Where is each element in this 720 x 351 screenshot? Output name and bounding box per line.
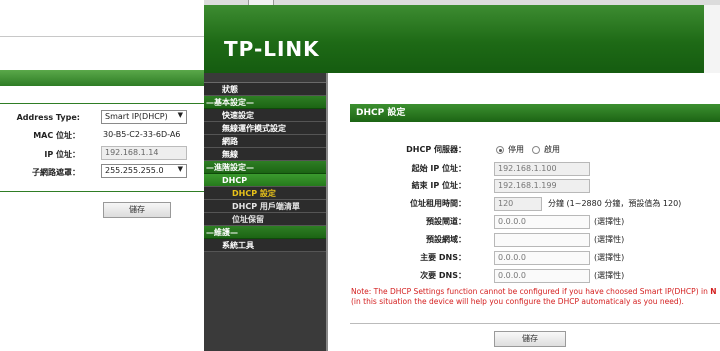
address-type-label: Address Type: xyxy=(16,113,80,122)
enable-radio[interactable] xyxy=(532,146,540,154)
tplink-logo: TP-LINK xyxy=(224,37,320,61)
note-line-1-bold: N xyxy=(710,287,717,296)
screen: Address Type: Smart IP(DHCP) ▼ MAC 位址： 3… xyxy=(0,0,720,351)
sidebar-item[interactable]: DHCP 設定 xyxy=(204,187,328,200)
disable-radio[interactable] xyxy=(496,146,504,154)
sidebar: 狀態 —基本設定— 快速設定 無線運作模式設定 網路 無線 —進階設定— DHCP DHCP 設… xyxy=(204,73,328,351)
scrollbar-area xyxy=(704,5,720,73)
lease-time-note: 分鐘 (1~2880 分鐘，預設值為 120) xyxy=(548,199,682,208)
sidebar-item: —維護— xyxy=(204,226,328,239)
sidebar-item: —進階設定— xyxy=(204,161,328,174)
background-window: Address Type: Smart IP(DHCP) ▼ MAC 位址： 3… xyxy=(0,0,204,351)
end-ip-input[interactable]: 192.168.1.199 xyxy=(494,179,590,193)
sidebar-item[interactable]: 位址保留 xyxy=(204,213,328,226)
lease-time-label: 位址租用時間： xyxy=(410,199,466,208)
domain-input[interactable] xyxy=(494,233,590,247)
sidebar-item: —基本設定— xyxy=(204,96,328,109)
dhcp-server-row: DHCP 伺服器： 停用 啟用 xyxy=(328,143,720,157)
save-button[interactable]: 儲存 xyxy=(103,202,171,218)
divider xyxy=(0,191,204,192)
start-ip-label: 起始 IP 位址： xyxy=(411,164,466,173)
divider xyxy=(0,103,204,104)
note-text: Note: The DHCP Settings function cannot … xyxy=(351,287,717,297)
gateway-note: (選擇性) xyxy=(594,217,625,226)
disable-radio-label: 停用 xyxy=(508,145,524,154)
dropdown-arrow-icon: ▼ xyxy=(177,165,183,173)
subnet-value: 255.255.255.0 xyxy=(105,166,164,175)
end-ip-row: 結束 IP 位址： 192.168.1.199 xyxy=(328,179,720,193)
header-banner: TP-LINK xyxy=(204,5,720,73)
note-text-2: (in this situation the device will help … xyxy=(351,297,684,306)
sidebar-item[interactable]: DHCP xyxy=(204,174,328,187)
dns2-note: (選擇性) xyxy=(594,271,625,280)
lease-time-input[interactable]: 120 xyxy=(494,197,542,211)
dns1-note: (選擇性) xyxy=(594,253,625,262)
dns1-row: 主要 DNS： 0.0.0.0 (選擇性) xyxy=(328,251,720,265)
sidebar-item[interactable]: 系統工具 xyxy=(204,239,328,252)
sidebar-item[interactable]: 網路 xyxy=(204,135,328,148)
divider xyxy=(0,36,204,37)
enable-radio-label: 啟用 xyxy=(544,145,560,154)
start-ip-row: 起始 IP 位址： 192.168.1.100 xyxy=(328,162,720,176)
sidebar-item[interactable]: 無線 xyxy=(204,148,328,161)
address-type-value: Smart IP(DHCP) xyxy=(105,112,168,121)
divider xyxy=(350,323,720,324)
dns2-label: 次要 DNS： xyxy=(420,271,466,280)
dns1-input[interactable]: 0.0.0.0 xyxy=(494,251,590,265)
gateway-row: 預設閘道： 0.0.0.0 (選擇性) xyxy=(328,215,720,229)
dhcp-server-label: DHCP 伺服器： xyxy=(406,145,466,154)
note-line-1: Note: The DHCP Settings function cannot … xyxy=(351,287,711,296)
domain-label: 預設網域： xyxy=(426,235,466,244)
save-button[interactable]: 儲存 xyxy=(494,331,566,347)
mac-label: MAC 位址： xyxy=(33,131,80,140)
sidebar-item[interactable]: 快速設定 xyxy=(204,109,328,122)
dropdown-arrow-icon: ▼ xyxy=(177,111,183,119)
lease-time-row: 位址租用時間： 120 分鐘 (1~2880 分鐘，預設值為 120) xyxy=(328,197,720,211)
sidebar-item[interactable]: 狀態 xyxy=(204,83,328,96)
subnet-select[interactable]: 255.255.255.0 ▼ xyxy=(101,164,187,178)
dns2-input[interactable]: 0.0.0.0 xyxy=(494,269,590,283)
section-bar xyxy=(0,70,204,86)
domain-note: (選擇性) xyxy=(594,235,625,244)
ip-label: IP 位址： xyxy=(44,150,80,159)
main-content: DHCP 設定 DHCP 伺服器： 停用 啟用 起始 IP 位址： 192.16… xyxy=(328,73,720,351)
mac-value: 30-B5-C2-33-6D-A6 xyxy=(103,130,181,139)
gateway-input[interactable]: 0.0.0.0 xyxy=(494,215,590,229)
dns2-row: 次要 DNS： 0.0.0.0 (選擇性) xyxy=(328,269,720,283)
dns1-label: 主要 DNS： xyxy=(420,253,466,262)
address-type-select[interactable]: Smart IP(DHCP) ▼ xyxy=(101,110,187,124)
sidebar-menu: 狀態 —基本設定— 快速設定 無線運作模式設定 網路 無線 —進階設定— DHCP DHCP 設… xyxy=(204,73,328,252)
ip-input[interactable]: 192.168.1.14 xyxy=(101,146,187,160)
start-ip-input[interactable]: 192.168.1.100 xyxy=(494,162,590,176)
sidebar-top-bar xyxy=(204,73,328,83)
subnet-label: 子網路遮罩： xyxy=(32,168,80,177)
end-ip-label: 結束 IP 位址： xyxy=(411,181,466,190)
router-window: TP-LINK 狀態 —基本設定— 快速設定 無線運作模式設定 網路 無線 —進階設定— DH… xyxy=(204,0,720,351)
sidebar-item[interactable]: DHCP 用戶端清單 xyxy=(204,200,328,213)
gateway-label: 預設閘道： xyxy=(426,217,466,226)
page-title: DHCP 設定 xyxy=(350,104,720,122)
domain-row: 預設網域： (選擇性) xyxy=(328,233,720,247)
sidebar-item[interactable]: 無線運作模式設定 xyxy=(204,122,328,135)
